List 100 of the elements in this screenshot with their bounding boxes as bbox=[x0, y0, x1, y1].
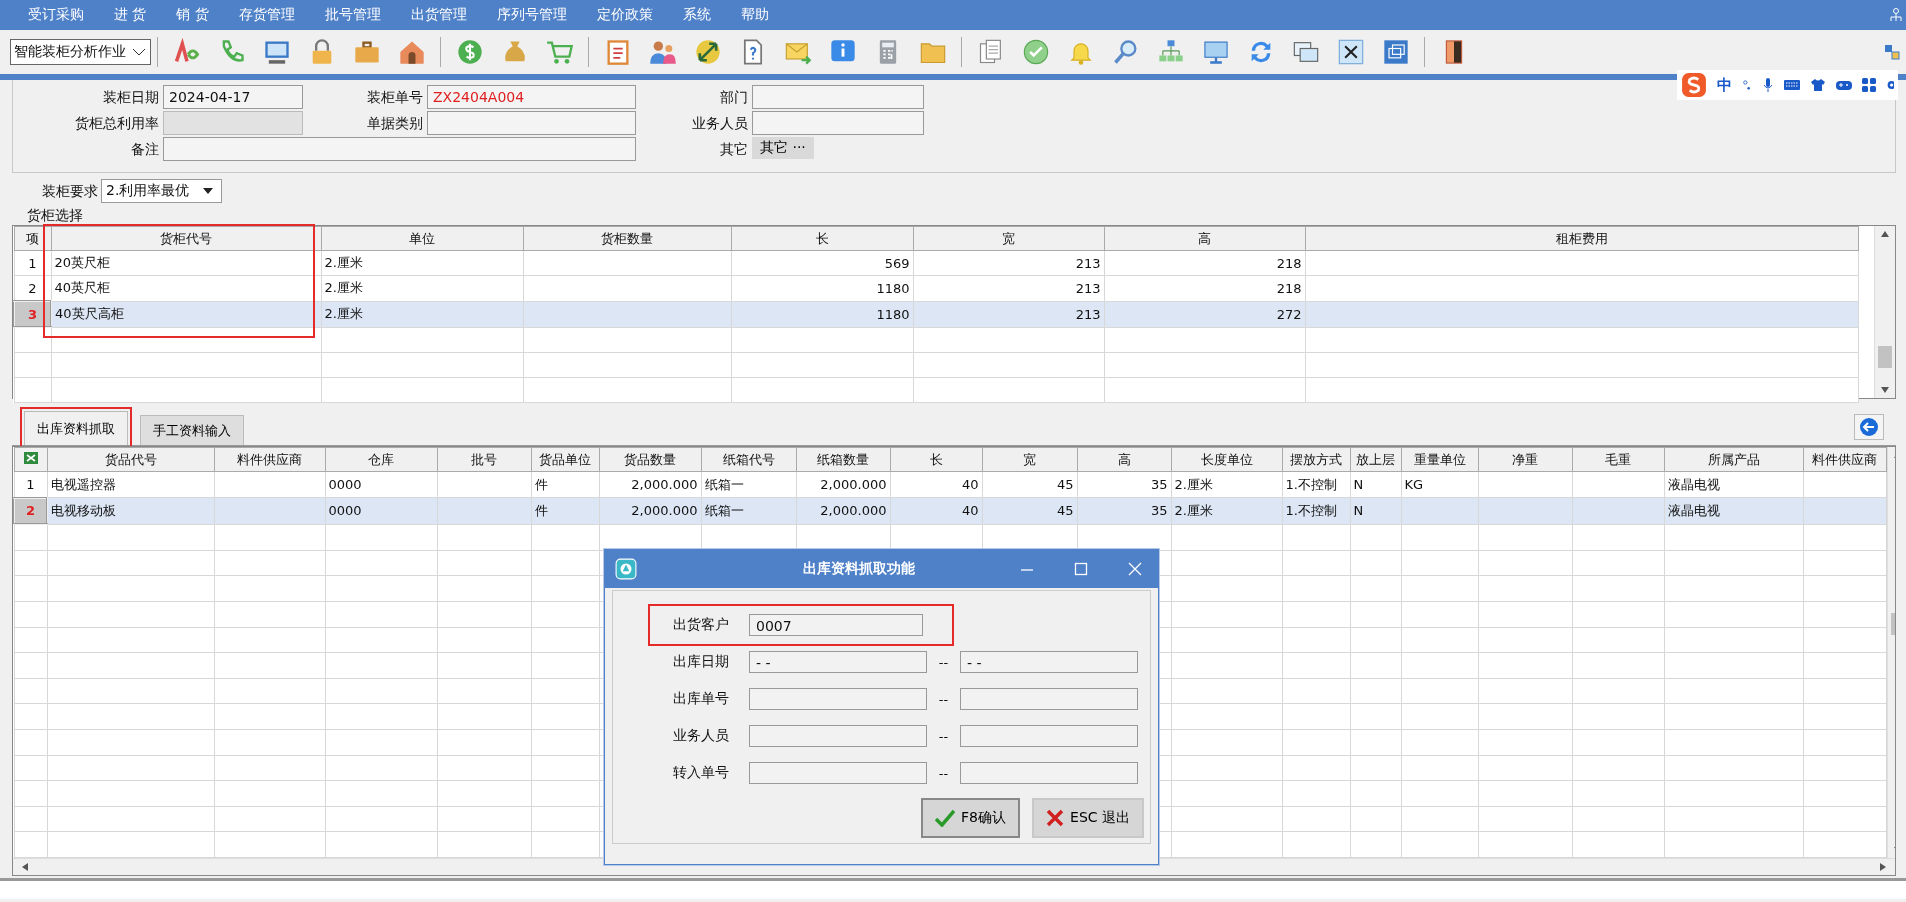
table-cell: 40 bbox=[890, 497, 982, 525]
grid-icon[interactable] bbox=[1862, 78, 1876, 92]
menu-item[interactable]: 销 货 bbox=[176, 6, 209, 24]
column-header[interactable]: 批号 bbox=[437, 447, 531, 472]
table-cell: 218 bbox=[1104, 250, 1305, 276]
table-cell: 2.厘米 bbox=[321, 250, 523, 276]
column-header[interactable]: 单位 bbox=[321, 226, 523, 251]
table-cell: 1.不控制 bbox=[1282, 471, 1350, 498]
input-field[interactable]: ZX2404A004 bbox=[427, 85, 636, 109]
column-header[interactable]: 货品数量 bbox=[599, 447, 701, 472]
table-row[interactable]: 3 40英尺高柜 2.厘米 1180 213 272 bbox=[14, 301, 1858, 327]
column-header[interactable]: 料件供应商 bbox=[214, 447, 325, 472]
menu-item[interactable]: 帮助 bbox=[740, 6, 769, 24]
spreadsheet-icon[interactable] bbox=[23, 452, 38, 464]
table-cell: 件 bbox=[531, 471, 599, 498]
column-header[interactable]: 料件供应商 bbox=[1803, 447, 1886, 472]
column-header[interactable]: 仓库 bbox=[325, 447, 437, 472]
menu-item[interactable]: 序列号管理 bbox=[496, 6, 567, 24]
maximize-icon[interactable] bbox=[1074, 562, 1088, 576]
column-header[interactable]: 货柜代号 bbox=[51, 226, 321, 251]
input-field[interactable] bbox=[960, 725, 1138, 747]
input-field[interactable] bbox=[427, 111, 636, 135]
keyboard-icon[interactable] bbox=[1784, 79, 1800, 91]
table-row[interactable]: 1 20英尺柜 2.厘米 569 213 218 bbox=[14, 250, 1858, 276]
field-label: 单据类别 bbox=[366, 114, 423, 133]
table-cell: 40 bbox=[890, 471, 982, 498]
input-field[interactable] bbox=[749, 762, 927, 784]
input-method-logo-icon[interactable] bbox=[1681, 72, 1707, 98]
column-header[interactable]: 货柜数量 bbox=[523, 226, 731, 251]
network-icon[interactable] bbox=[1890, 8, 1902, 22]
settings-icon[interactable] bbox=[1886, 78, 1894, 92]
close-icon[interactable] bbox=[1128, 562, 1142, 576]
microphone-icon[interactable] bbox=[1762, 77, 1774, 93]
table-cell: 纸箱一 bbox=[701, 471, 796, 498]
input-field[interactable]: 2024-04-17 bbox=[163, 85, 303, 109]
field-label: 装柜单号 bbox=[366, 88, 423, 107]
confirm-button[interactable]: F8确认 bbox=[921, 798, 1021, 838]
field-label: 装柜要求 bbox=[42, 182, 98, 201]
column-header[interactable]: 所属产品 bbox=[1664, 447, 1803, 472]
column-header[interactable]: 高 bbox=[1104, 226, 1305, 251]
column-header[interactable]: 宽 bbox=[913, 226, 1104, 251]
menu-item[interactable]: 系统 bbox=[682, 6, 711, 24]
input-field[interactable] bbox=[749, 725, 927, 747]
exit-button[interactable]: ESC 退出 bbox=[1032, 798, 1144, 838]
table-cell: 2,000.000 bbox=[599, 471, 701, 498]
table-row[interactable]: 2 电视移动板 0000 件 2,000.000 纸箱一 2,000.000 40 45 35 2.厘米 1.不控制 N 液晶电视 bbox=[14, 497, 1886, 525]
table-cell: 液晶电视 bbox=[1664, 497, 1803, 525]
field-label: 业务人员 bbox=[691, 114, 748, 133]
input-field[interactable] bbox=[960, 688, 1138, 710]
punctuation-icon[interactable] bbox=[1742, 77, 1752, 93]
checkmark-icon bbox=[935, 809, 956, 827]
menu-item[interactable]: 定价政策 bbox=[596, 6, 653, 24]
column-header[interactable]: 放上层 bbox=[1350, 447, 1401, 472]
menu-item[interactable]: 批号管理 bbox=[324, 6, 381, 24]
column-header[interactable]: 长 bbox=[890, 447, 982, 472]
module-dropdown[interactable]: 智能装柜分析作业 bbox=[10, 39, 151, 65]
menu-item[interactable]: 受订采购 bbox=[28, 6, 84, 24]
scroll-right-arrow-icon[interactable] bbox=[1878, 862, 1888, 872]
tab[interactable]: 出库资料抓取 bbox=[24, 411, 128, 445]
caret-icon bbox=[132, 48, 146, 56]
column-header[interactable]: 租柜费用 bbox=[1305, 226, 1858, 251]
input-field[interactable] bbox=[752, 85, 924, 109]
column-header[interactable]: 高 bbox=[1077, 447, 1171, 472]
input-mode-toggle[interactable]: 中 bbox=[1717, 75, 1732, 95]
input-field[interactable]: - - bbox=[749, 651, 927, 673]
input-field[interactable]: 0007 bbox=[749, 614, 923, 636]
column-header[interactable]: 货品代号 bbox=[47, 447, 214, 472]
requirement-dropdown[interactable]: 2.利用率最优 bbox=[101, 179, 223, 203]
column-header[interactable]: 纸箱数量 bbox=[796, 447, 890, 472]
input-field[interactable] bbox=[752, 111, 924, 135]
range-separator: -- bbox=[937, 765, 950, 781]
menu-item[interactable]: 存货管理 bbox=[238, 6, 295, 24]
field-label: 转入单号 bbox=[673, 764, 730, 782]
column-header[interactable]: 宽 bbox=[982, 447, 1077, 472]
column-header[interactable]: 摆放方式 bbox=[1282, 447, 1350, 472]
scroll-left-arrow-icon[interactable] bbox=[20, 862, 30, 872]
column-header[interactable]: 长 bbox=[731, 226, 913, 251]
column-header[interactable]: 长度单位 bbox=[1171, 447, 1282, 472]
menu-item[interactable]: 进 货 bbox=[114, 6, 147, 24]
row-number: 3 bbox=[14, 301, 51, 327]
table-row[interactable]: 1 电视遥控器 0000 件 2,000.000 纸箱一 2,000.000 40 45 35 2.厘米 1.不控制 N KG 液晶电视 bbox=[14, 471, 1886, 498]
table-cell: N bbox=[1350, 471, 1401, 498]
menu-item[interactable]: 出货管理 bbox=[410, 6, 467, 24]
gamepad-icon[interactable] bbox=[1836, 79, 1852, 91]
table-row[interactable]: 2 40英尺柜 2.厘米 1180 213 218 bbox=[14, 275, 1858, 301]
input-field[interactable]: - - bbox=[960, 651, 1138, 673]
tab[interactable]: 手工资料输入 bbox=[140, 415, 244, 445]
input-field[interactable] bbox=[163, 137, 636, 161]
input-field[interactable] bbox=[960, 762, 1138, 784]
shirt-icon[interactable] bbox=[1810, 78, 1826, 92]
column-header[interactable]: 项 bbox=[14, 226, 51, 251]
column-header[interactable]: 货品单位 bbox=[531, 447, 599, 472]
column-header[interactable]: 净重 bbox=[1478, 447, 1572, 472]
input-field[interactable] bbox=[749, 688, 927, 710]
column-header[interactable]: 毛重 bbox=[1572, 447, 1664, 472]
input-field[interactable] bbox=[163, 111, 303, 135]
column-header[interactable]: 纸箱代号 bbox=[701, 447, 796, 472]
windows-layout-icon[interactable] bbox=[1884, 44, 1900, 60]
column-header[interactable]: 重量单位 bbox=[1401, 447, 1478, 472]
other-button[interactable]: 其它 ··· bbox=[752, 137, 814, 159]
